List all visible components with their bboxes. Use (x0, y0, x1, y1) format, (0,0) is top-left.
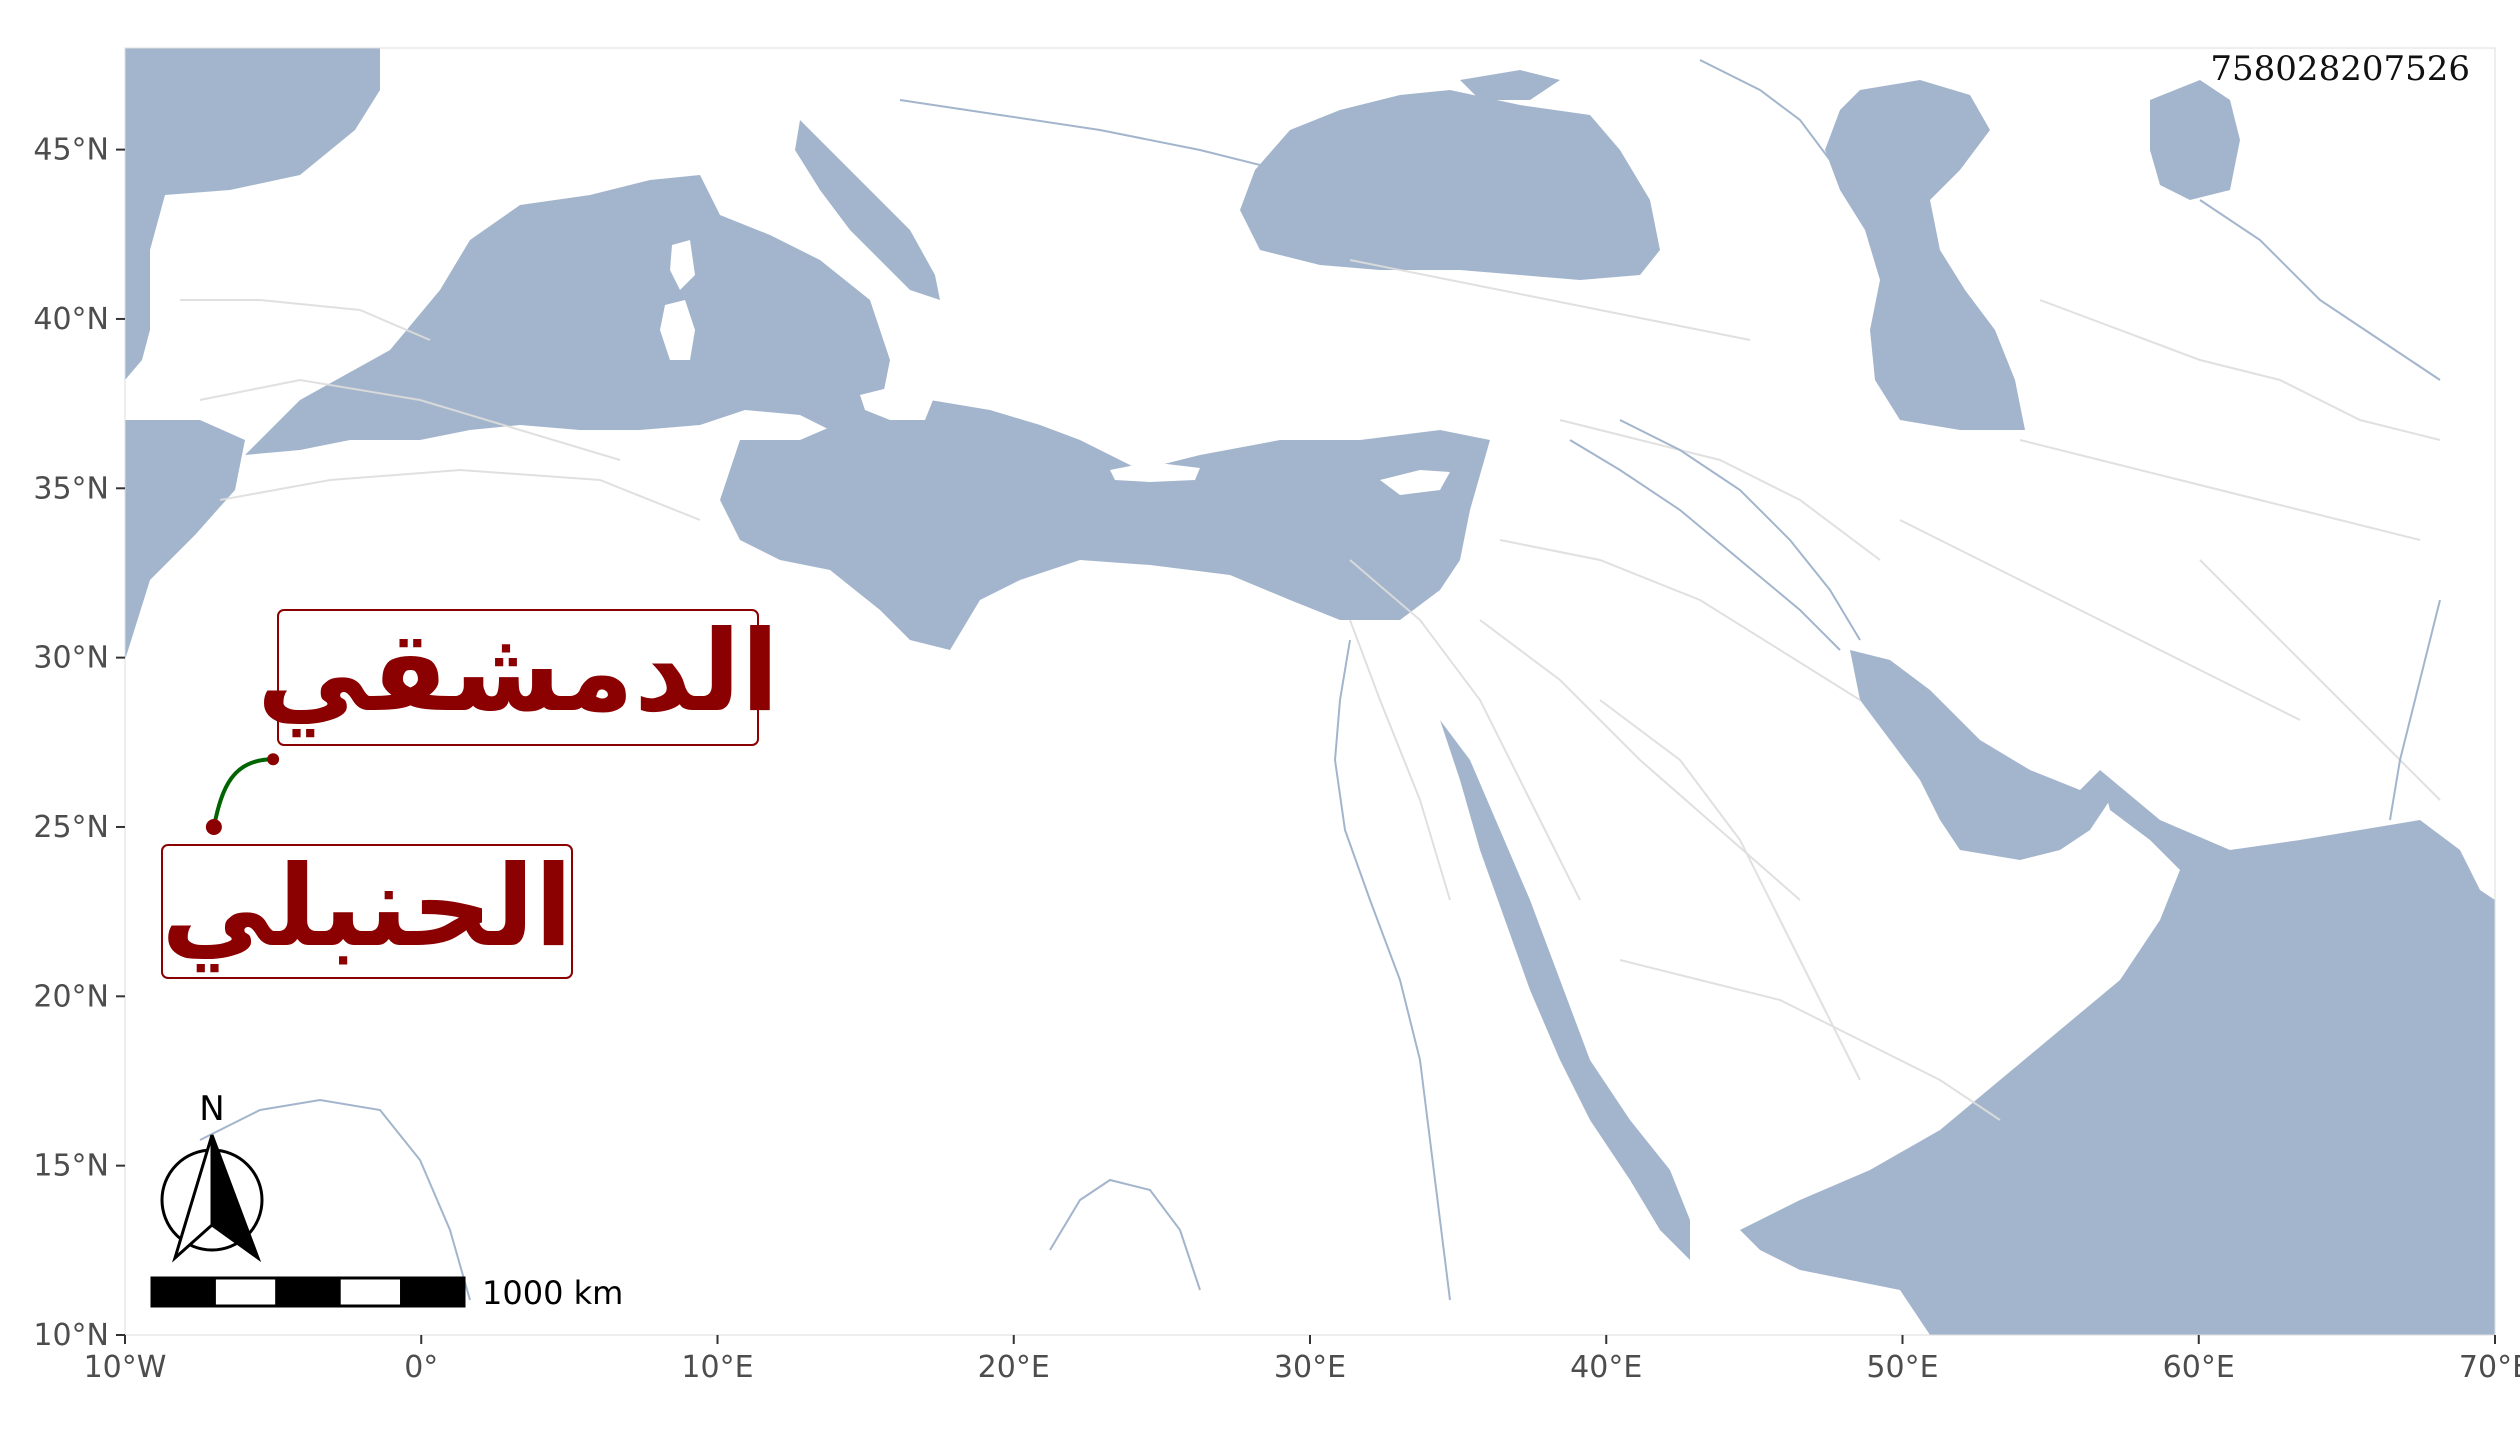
connector-end-point (267, 753, 280, 766)
x-axis-tick-label: 30°E (1274, 1350, 1346, 1385)
x-axis: 10°W 0° 10°E 20°E 30°E 40°E 50°E 60°E 70°E (84, 1335, 2520, 1385)
aral-sea (2150, 80, 2240, 200)
x-axis-tick-label: 20°E (978, 1350, 1050, 1385)
map-id-label: 758028207526 (2210, 49, 2470, 89)
north-arrow-letter: N (199, 1089, 224, 1129)
y-axis-tick-label: 15°N (33, 1149, 109, 1184)
x-axis-tick-label: 70°E (2459, 1350, 2520, 1385)
scale-bar-segment (150, 1276, 216, 1308)
place-label-damascene: الدمشقي (257, 607, 779, 738)
x-axis-tick-label: 0° (404, 1350, 438, 1385)
x-axis-tick-label: 60°E (2163, 1350, 2235, 1385)
x-axis-tick-label: 50°E (1866, 1350, 1938, 1385)
place-label-box-hanbali: الحنبلي (161, 842, 573, 979)
scale-bar: 1000 km (150, 1274, 623, 1312)
scale-bar-segment (275, 1276, 341, 1308)
x-axis-tick-label: 10°E (681, 1350, 753, 1385)
y-axis-tick-label: 20°N (33, 979, 109, 1014)
y-axis: 45°N 40°N 35°N 30°N 25°N 20°N 15°N 10°N (33, 133, 125, 1353)
y-axis-tick-label: 10°N (33, 1318, 109, 1353)
y-axis-tick-label: 35°N (33, 471, 109, 506)
x-axis-tick-label: 10°W (84, 1350, 167, 1385)
scale-bar-segments (150, 1276, 466, 1308)
y-axis-tick-label: 25°N (33, 810, 109, 845)
scale-bar-segment (400, 1276, 466, 1308)
map: 10°W0°10°E20°E30°E40°E50°E60°E70°E 45°N4… (33, 47, 2520, 1385)
scale-bar-segment (212, 1276, 279, 1308)
y-axis-tick-label: 45°N (33, 133, 109, 168)
scale-bar-segment (337, 1276, 404, 1308)
x-axis-tick-label: 40°E (1570, 1350, 1642, 1385)
y-axis-tick-label: 40°N (33, 302, 109, 337)
y-axis-tick-label: 30°N (33, 641, 109, 676)
location-point (205, 818, 222, 835)
place-label-hanbali: الحنبلي (161, 842, 573, 973)
place-label-box-damascene: الدمشقي (257, 607, 779, 746)
scale-bar-label: 1000 km (482, 1274, 623, 1312)
